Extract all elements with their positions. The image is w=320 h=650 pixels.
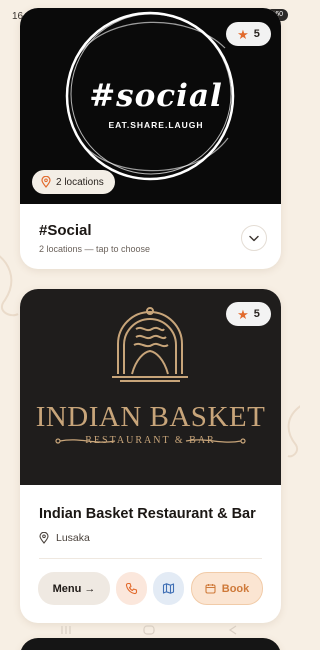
star-icon: ★: [237, 26, 249, 42]
system-navigation-bar: [61, 625, 237, 635]
map-pin-icon: [41, 176, 51, 188]
logo-tagline: RESTAURANT & BAR: [85, 435, 216, 446]
rating-badge: ★ 5: [226, 302, 271, 326]
logo-main-text: INDIAN BASKET: [35, 401, 266, 433]
map-button[interactable]: [153, 572, 184, 605]
background-doodle: [287, 405, 300, 458]
menu-button[interactable]: Menu →: [38, 572, 110, 605]
call-button[interactable]: [116, 572, 147, 605]
restaurant-card[interactable]: #social EAT.SHARE.LAUGH ★ 5 2 locations …: [20, 8, 281, 269]
locations-chip-label: 2 locations: [56, 176, 104, 188]
divider: [39, 558, 262, 559]
restaurant-card[interactable]: [20, 638, 281, 650]
logo-tagline: EAT.SHARE.LAUGH: [108, 120, 204, 130]
restaurant-card[interactable]: INDIAN BASKET RESTAURANT & BAR ★ 5 India…: [20, 289, 281, 623]
expand-locations-button[interactable]: [241, 225, 267, 251]
star-icon: ★: [237, 306, 249, 322]
rating-value: 5: [253, 28, 260, 40]
restaurant-logo-image: INDIAN BASKET RESTAURANT & BAR ★ 5: [20, 289, 281, 485]
phone-icon: [125, 582, 138, 595]
location-label: Lusaka: [56, 532, 90, 544]
calendar-icon: [205, 584, 216, 594]
restaurant-name: Indian Basket Restaurant & Bar: [39, 506, 256, 522]
restaurant-name: #Social: [39, 222, 92, 239]
book-button-label: Book: [221, 582, 250, 595]
restaurant-logo-image: #social EAT.SHARE.LAUGH ★ 5 2 locations: [20, 8, 281, 204]
restaurant-location: Lusaka: [39, 532, 90, 544]
restaurant-subtitle: 2 locations — tap to choose: [39, 244, 151, 254]
book-button[interactable]: Book: [191, 572, 263, 605]
rating-value: 5: [253, 308, 260, 320]
rating-badge: ★ 5: [226, 22, 271, 46]
chevron-down-icon: [249, 235, 259, 241]
locations-chip[interactable]: 2 locations: [32, 170, 115, 194]
map-icon: [162, 583, 175, 594]
map-pin-icon: [39, 532, 49, 544]
background-doodle: [0, 255, 19, 317]
menu-button-label: Menu →: [52, 582, 96, 595]
logo-main-text: #social: [89, 78, 223, 114]
